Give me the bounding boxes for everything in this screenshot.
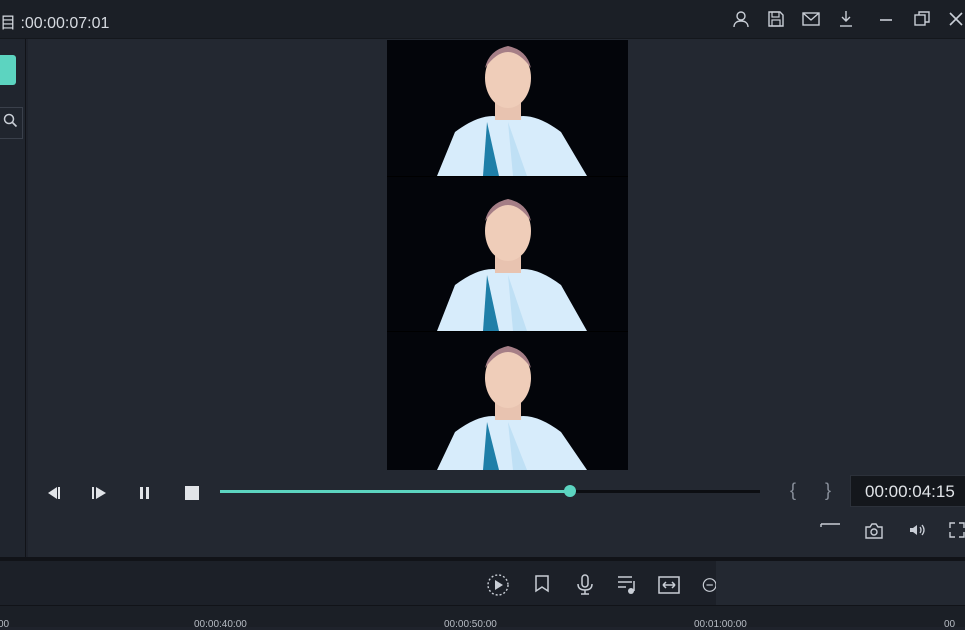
video-frame-top (387, 40, 628, 176)
ruler-label: 00:01:00:00 (694, 619, 747, 630)
zoom-icon[interactable] (697, 572, 716, 598)
close-icon[interactable] (945, 8, 965, 30)
search-box[interactable] (0, 107, 23, 139)
video-frame-middle (387, 177, 628, 331)
ruler-label: 00:00:40:00 (194, 619, 247, 630)
marker-icon[interactable] (529, 572, 555, 598)
download-icon[interactable] (835, 8, 857, 30)
timeline-ruler[interactable]: 00 00:00:40:00 00:00:50:00 00:01:00:00 0… (0, 606, 965, 630)
fullscreen-icon[interactable] (946, 519, 965, 541)
stop-icon[interactable] (180, 481, 204, 505)
video-preview[interactable] (387, 40, 628, 470)
fit-timeline-icon[interactable] (656, 572, 682, 598)
pause-icon[interactable] (133, 481, 157, 505)
in-out-markers[interactable]: { } (790, 480, 843, 501)
ruler-label: 00:00:50:00 (444, 619, 497, 630)
render-preview-icon[interactable] (485, 572, 511, 598)
import-button[interactable] (0, 55, 16, 85)
ruler-tick: 00 (944, 619, 956, 630)
video-frame-bottom (387, 332, 628, 470)
save-icon[interactable] (765, 8, 787, 30)
previous-frame-icon[interactable] (41, 481, 65, 505)
play-icon[interactable] (87, 481, 111, 505)
progress-fill (220, 490, 570, 493)
playback-progress-bar[interactable] (220, 485, 760, 497)
microphone-icon[interactable] (572, 572, 598, 598)
audio-mixer-icon[interactable] (614, 572, 640, 598)
timeline-toolbar-right (716, 561, 965, 605)
media-panel (0, 39, 26, 557)
volume-icon[interactable] (906, 519, 928, 541)
progress-handle[interactable] (563, 485, 576, 497)
display-icon[interactable] (819, 519, 841, 541)
ruler-tick: 00 (0, 619, 10, 630)
restore-icon[interactable] (911, 8, 933, 30)
minimize-icon[interactable] (875, 8, 897, 30)
mail-icon[interactable] (800, 8, 822, 30)
search-icon (3, 113, 19, 134)
user-icon[interactable] (730, 8, 752, 30)
current-timecode: 00:00:04:15 (850, 475, 965, 507)
title-bar: 目 :00:00:07:01 (0, 0, 965, 39)
snapshot-icon[interactable] (863, 519, 885, 541)
project-title: 目 :00:00:07:01 (0, 15, 110, 32)
